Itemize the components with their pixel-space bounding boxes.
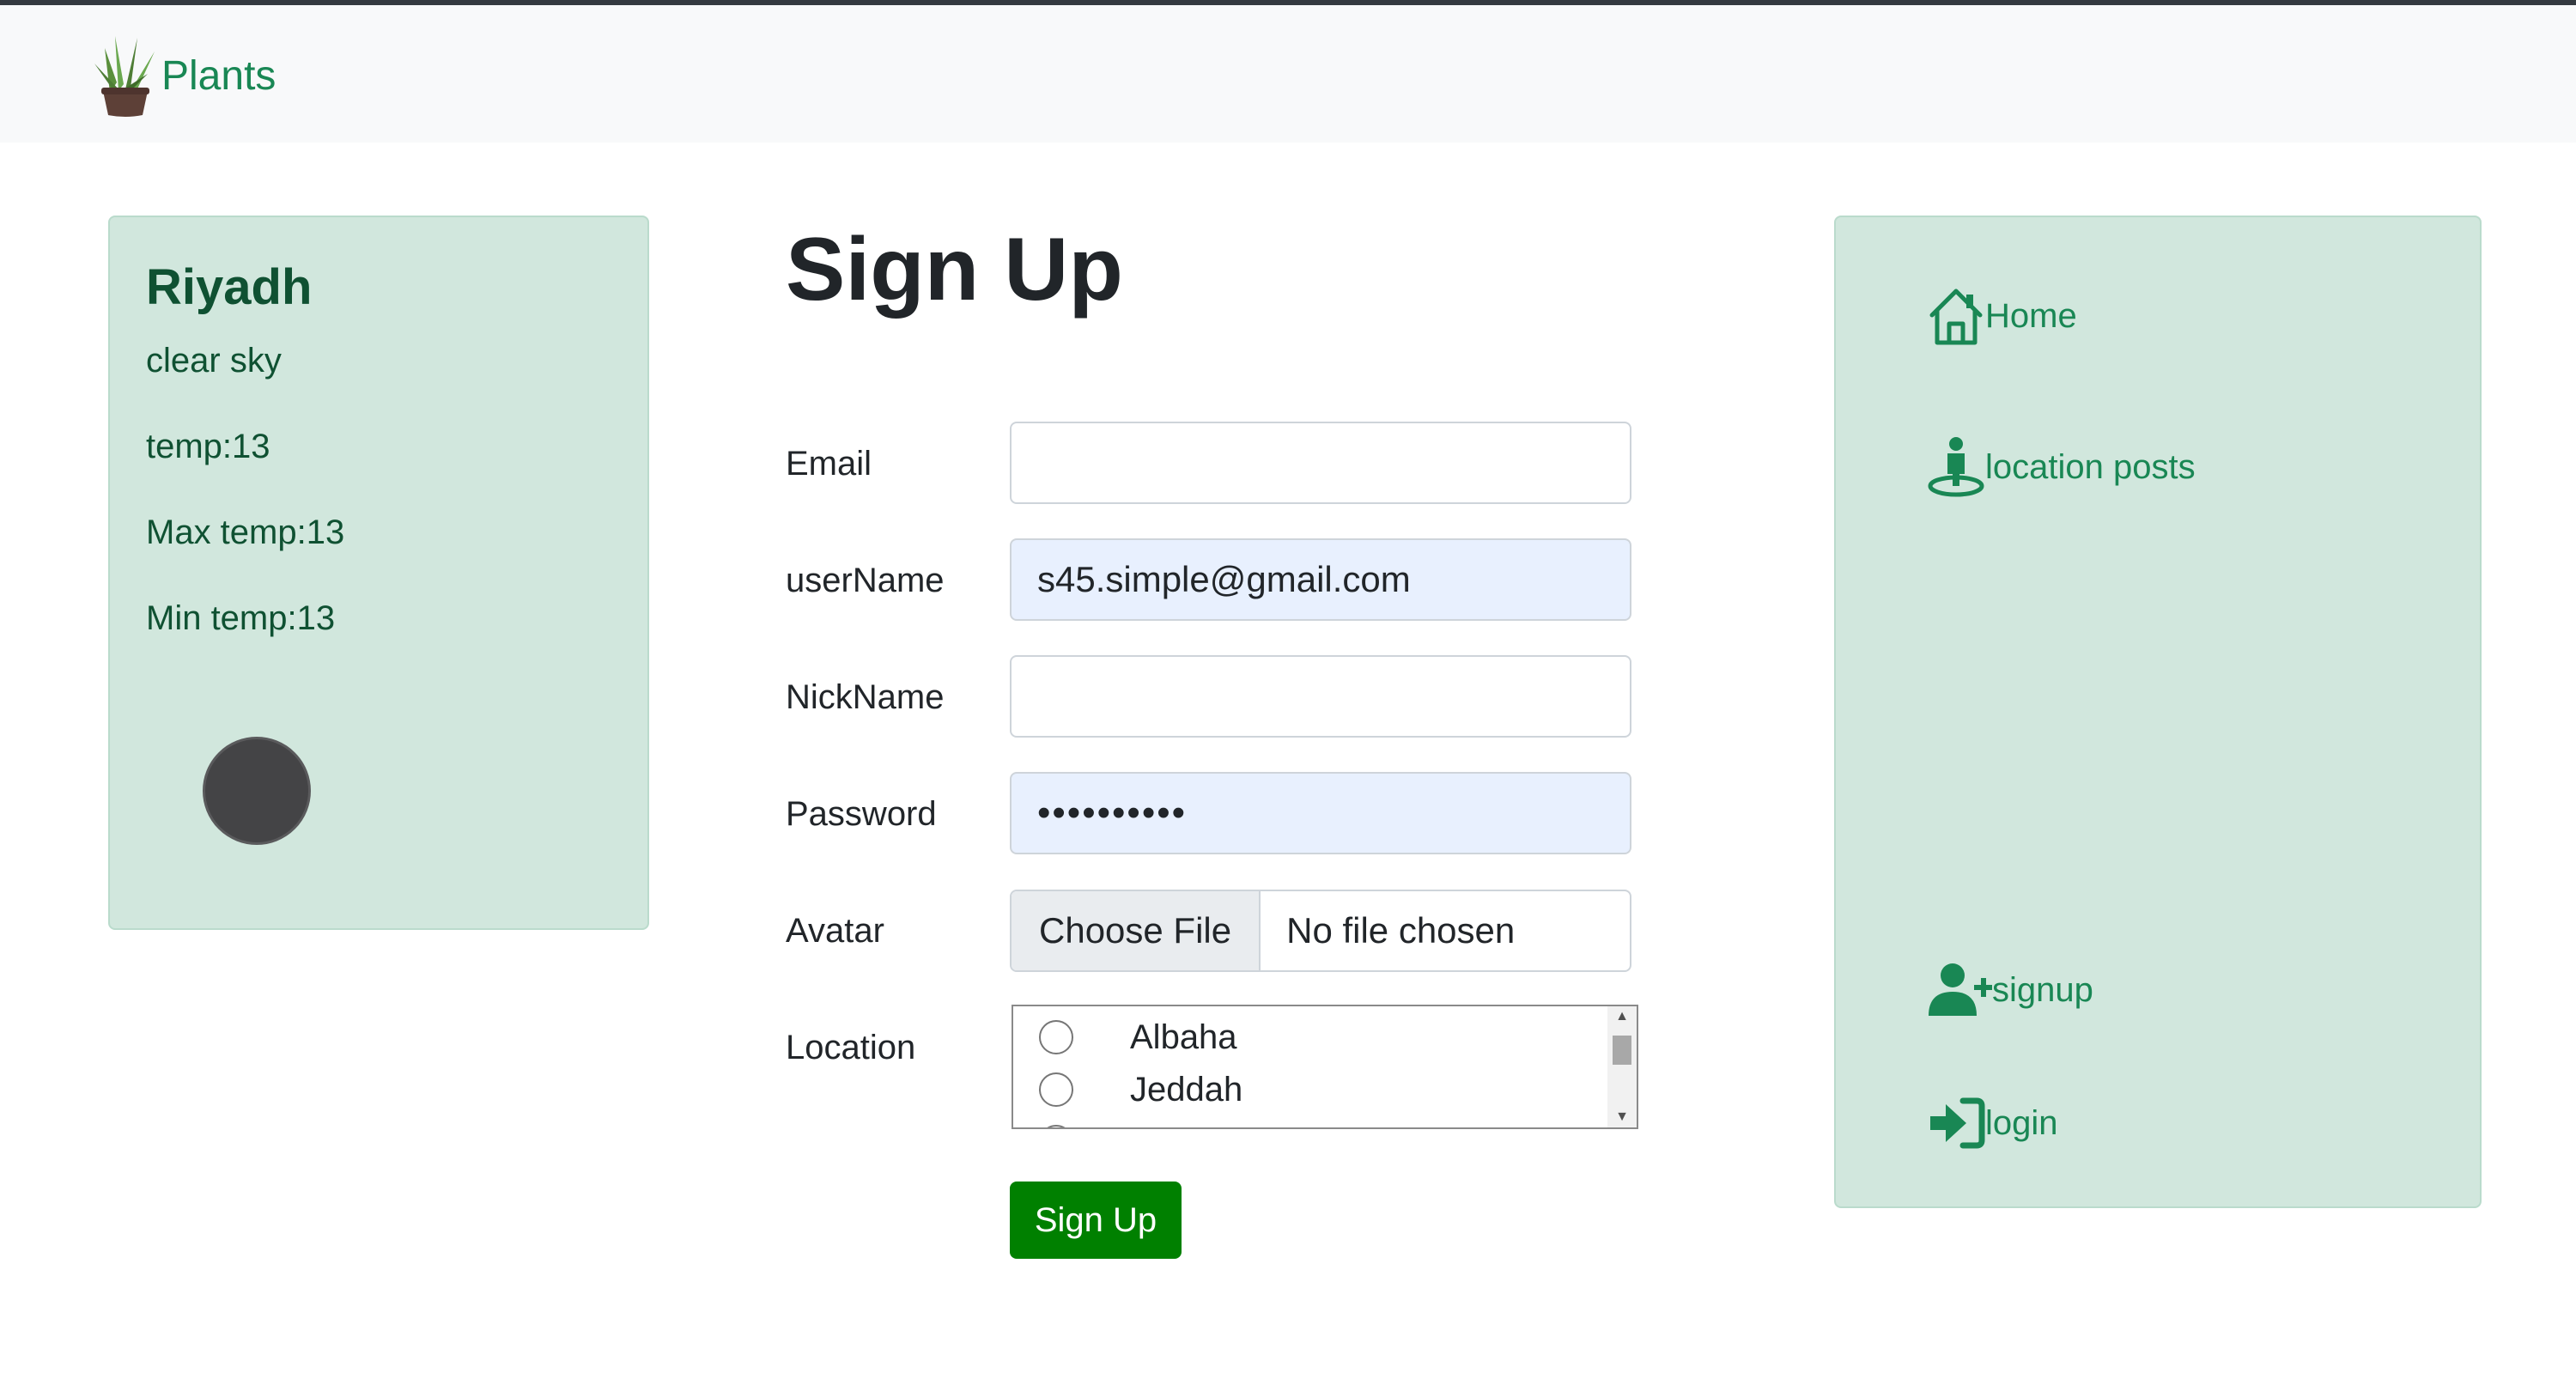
sidebar-item-location-posts[interactable]: location posts bbox=[1927, 436, 2196, 498]
weather-temp: temp:13 bbox=[146, 428, 270, 465]
plant-pot-icon bbox=[94, 36, 155, 117]
location-radio[interactable] bbox=[1039, 1072, 1073, 1107]
home-icon bbox=[1929, 289, 1983, 345]
username-field[interactable]: s45.simple@gmail.com bbox=[1010, 538, 1631, 621]
scroll-thumb[interactable] bbox=[1613, 1036, 1631, 1065]
sidebar-item-login[interactable]: login bbox=[1927, 1097, 2058, 1149]
sidebar-item-home[interactable]: Home bbox=[1927, 286, 2077, 346]
username-label: userName bbox=[786, 562, 945, 599]
avatar-label: Avatar bbox=[786, 912, 884, 950]
location-label: Location bbox=[786, 1029, 916, 1066]
weather-city: Riyadh bbox=[146, 259, 313, 315]
weather-icon bbox=[203, 737, 311, 845]
password-field[interactable]: •••••••••• bbox=[1010, 772, 1631, 854]
location-scrollbar[interactable]: ▲ ▼ bbox=[1607, 1006, 1637, 1127]
sidebar-item-signup[interactable]: signup bbox=[1927, 963, 2093, 1018]
choose-file-button[interactable]: Choose File bbox=[1012, 891, 1261, 970]
password-label: Password bbox=[786, 795, 937, 833]
person-plus-icon bbox=[1929, 963, 1992, 1016]
location-radio[interactable] bbox=[1039, 1020, 1073, 1054]
weather-description: clear sky bbox=[146, 342, 282, 380]
sidebar-item-label: Home bbox=[1985, 296, 2077, 335]
weather-card: Riyadh clear sky temp:13 Max temp:13 Min… bbox=[108, 216, 649, 930]
avatar-file-input[interactable]: Choose File No file chosen bbox=[1010, 890, 1631, 972]
weather-max-temp: Max temp:13 bbox=[146, 513, 345, 551]
sidebar-item-label: login bbox=[1985, 1103, 2058, 1142]
location-option-label: Jeddah bbox=[1130, 1070, 1243, 1109]
sidebar-item-label: location posts bbox=[1985, 447, 2196, 486]
scroll-up-arrow-icon[interactable]: ▲ bbox=[1607, 1006, 1637, 1027]
person-location-icon bbox=[1928, 437, 1984, 497]
scroll-down-arrow-icon[interactable]: ▼ bbox=[1607, 1107, 1637, 1127]
brand-name: Plants bbox=[161, 52, 276, 99]
signup-submit-button[interactable]: Sign Up bbox=[1010, 1182, 1182, 1259]
location-option-label: Albaha bbox=[1130, 1018, 1237, 1056]
location-list[interactable]: Albaha Jeddah ▲ ▼ bbox=[1012, 1005, 1638, 1129]
brand-link[interactable]: Plants bbox=[93, 31, 276, 120]
navbar: Plants bbox=[0, 5, 2576, 143]
sidebar-nav: Home location posts signup login bbox=[1834, 216, 2482, 1208]
email-label: Email bbox=[786, 445, 872, 483]
login-arrow-icon bbox=[1930, 1097, 1985, 1149]
email-field[interactable] bbox=[1010, 422, 1631, 504]
location-radio[interactable] bbox=[1039, 1125, 1073, 1127]
page-title: Sign Up bbox=[786, 220, 1123, 319]
sidebar-item-label: signup bbox=[1992, 970, 2093, 1009]
file-status: No file chosen bbox=[1286, 910, 1516, 951]
nickname-label: NickName bbox=[786, 678, 945, 716]
nickname-field[interactable] bbox=[1010, 655, 1631, 738]
weather-min-temp: Min temp:13 bbox=[146, 599, 336, 637]
